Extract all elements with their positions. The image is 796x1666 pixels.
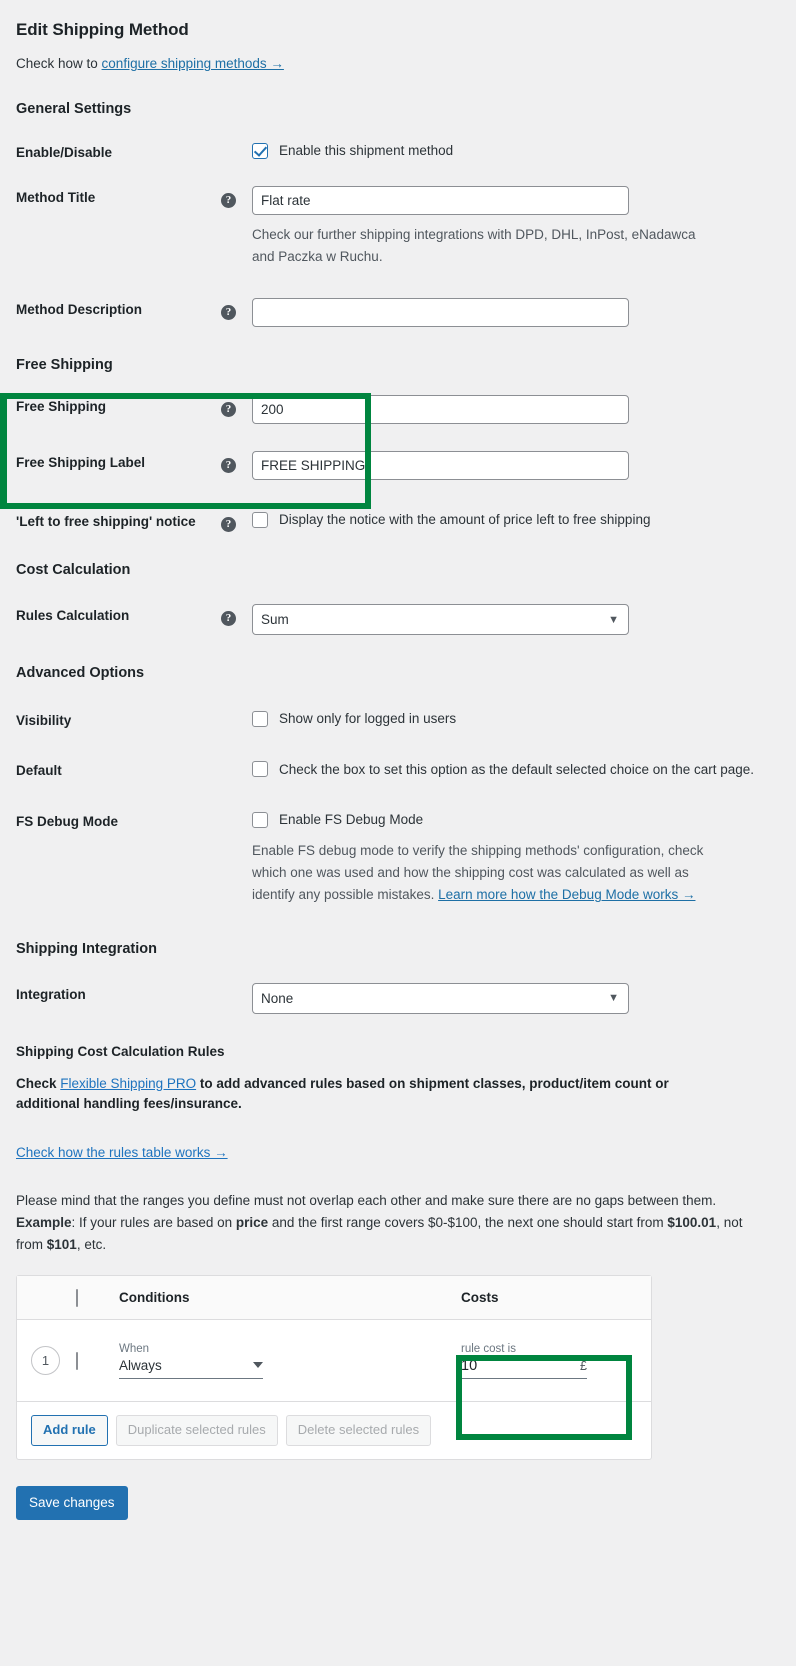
rule-cost-label: rule cost is (461, 1342, 516, 1355)
duplicate-selected-rules-button[interactable]: Duplicate selected rules (115, 1415, 278, 1447)
example-bold-amount-low: $101 (46, 1236, 77, 1252)
row-integration: Integration None ▼ (16, 982, 780, 1014)
section-advanced-options: Advanced Options (16, 665, 145, 682)
mind-sentence: Please mind that the ranges you define m… (16, 1193, 717, 1209)
rule-cost-input[interactable]: 10 £ (461, 1358, 587, 1379)
row-visibility: Visibility Show only for logged in users (16, 709, 780, 730)
row-fs-debug-mode: FS Debug Mode Enable FS Debug Mode Enabl… (16, 810, 780, 906)
rules-mind-text: Please mind that the ranges you define m… (16, 1190, 756, 1255)
label-free-shipping-label: Free Shipping Label (16, 455, 146, 471)
example-label: Example (16, 1214, 72, 1230)
help-spacer-integration (221, 983, 252, 987)
table-row: 1 When Always rule cost is 10 £ (17, 1320, 651, 1403)
row-free-shipping: Free Shipping ? (16, 395, 780, 425)
row-method-description: Method Description ? (16, 298, 780, 328)
label-method-title: Method Title (16, 189, 96, 205)
fs-debug-mode-checkbox[interactable] (252, 812, 268, 829)
default-label: Check the box to set this option as the … (279, 761, 755, 777)
method-title-input[interactable] (252, 185, 629, 215)
rules-table: Conditions Costs 1 When Always rule cost… (16, 1275, 652, 1461)
help-spacer-fs-debug (221, 810, 252, 814)
header-costs: Costs (461, 1290, 499, 1306)
edit-shipping-method-page: Edit Shipping Method Check how to config… (0, 0, 796, 1540)
select-all-rules-checkbox[interactable] (76, 1288, 78, 1307)
rules-promo-prefix: Check (16, 1075, 61, 1091)
add-rule-button[interactable]: Add rule (31, 1415, 108, 1447)
caret-down-icon (253, 1362, 263, 1369)
left-to-free-notice-label: Display the notice with the amount of pr… (279, 512, 651, 528)
enable-shipment-label: Enable this shipment method (279, 143, 454, 158)
example-part4: , etc. (76, 1236, 107, 1252)
row-free-shipping-label: Free Shipping Label ? (16, 451, 780, 481)
rules-promo-text: Check Flexible Shipping PRO to add advan… (16, 1074, 732, 1116)
help-icon-left-to-free-notice[interactable]: ? (221, 517, 236, 533)
method-title-description: Check our further shipping integrations … (252, 226, 696, 264)
help-spacer-default (221, 759, 252, 763)
rules-calculation-select[interactable]: Sum (252, 604, 629, 636)
default-checkbox[interactable] (252, 760, 268, 777)
help-icon-free-shipping[interactable]: ? (221, 402, 236, 418)
row-default: Default Check the box to set this option… (16, 759, 780, 781)
label-rules-calculation: Rules Calculation (16, 608, 130, 624)
example-bold-amount-high: $100.01 (667, 1214, 717, 1230)
section-shipping-integration: Shipping Integration (16, 940, 157, 957)
section-free-shipping: Free Shipping (16, 357, 113, 374)
rule-select-checkbox[interactable] (76, 1351, 78, 1370)
flexible-shipping-pro-link[interactable]: Flexible Shipping PRO (60, 1076, 196, 1091)
rule-condition-value: Always (119, 1357, 162, 1373)
label-visibility: Visibility (16, 713, 72, 729)
help-icon-free-shipping-label[interactable]: ? (221, 458, 236, 474)
row-rules-calculation: Rules Calculation ? Sum ▼ (16, 604, 780, 636)
delete-selected-rules-button[interactable]: Delete selected rules (285, 1415, 432, 1447)
help-icon-rules-calculation[interactable]: ? (221, 611, 236, 627)
help-icon-method-description[interactable]: ? (221, 305, 236, 321)
visibility-checkbox[interactable] (252, 711, 268, 728)
enable-shipment-checkbox[interactable] (252, 143, 268, 159)
rule-condition-select[interactable]: Always (119, 1358, 263, 1379)
row-method-title: Method Title ? Check our further shippin… (16, 185, 780, 269)
rules-table-works-link[interactable]: Check how the rules table works → (16, 1145, 228, 1160)
free-shipping-label-input[interactable] (252, 451, 629, 481)
method-description-input[interactable] (252, 298, 629, 328)
integration-select[interactable]: None (252, 982, 629, 1014)
save-bar: Save changes (16, 1486, 780, 1520)
save-changes-button[interactable]: Save changes (16, 1486, 128, 1520)
help-icon-method-title[interactable]: ? (221, 192, 236, 208)
page-title: Edit Shipping Method (16, 20, 189, 39)
page-subtitle: Check how to configure shipping methods … (16, 56, 780, 71)
label-default: Default (16, 762, 62, 778)
row-left-to-free-notice: 'Left to free shipping' notice ? Display… (16, 510, 780, 533)
section-general-settings: General Settings (16, 101, 132, 117)
section-cost-calculation: Cost Calculation (16, 562, 131, 579)
row-enable-disable: Enable/Disable Enable this shipment meth… (16, 141, 780, 162)
rules-table-footer: Add rule Duplicate selected rules Delete… (17, 1402, 651, 1459)
help-spacer-visibility (221, 709, 252, 713)
rule-number-badge: 1 (31, 1346, 60, 1376)
example-part2: and the first range covers $0-$100, the … (268, 1214, 668, 1230)
label-integration: Integration (16, 986, 86, 1002)
rule-cost-value: 10 (461, 1357, 478, 1374)
debug-mode-learn-more-link[interactable]: Learn more how the Debug Mode works → (438, 887, 695, 902)
label-fs-debug-mode: FS Debug Mode (16, 814, 118, 830)
rules-heading: Shipping Cost Calculation Rules (16, 1043, 225, 1059)
visibility-label: Show only for logged in users (279, 711, 457, 727)
header-conditions: Conditions (119, 1290, 190, 1306)
left-to-free-notice-checkbox[interactable] (252, 512, 268, 529)
configure-shipping-methods-link[interactable]: configure shipping methods → (102, 56, 284, 71)
label-method-description: Method Description (16, 302, 143, 318)
example-bold-price: price (235, 1214, 269, 1230)
rule-when-label: When (119, 1342, 150, 1355)
rules-table-works-row: Check how the rules table works → (16, 1145, 780, 1160)
example-part1: : If your rules are based on (71, 1214, 236, 1230)
label-left-to-free-notice: 'Left to free shipping' notice (16, 514, 196, 530)
fs-debug-mode-label: Enable FS Debug Mode (279, 812, 424, 828)
label-enable-disable: Enable/Disable (16, 145, 113, 160)
rule-cost-currency: £ (580, 1358, 587, 1373)
label-free-shipping: Free Shipping (16, 399, 107, 415)
subtitle-text: Check how to (16, 56, 102, 71)
rules-table-header: Conditions Costs (17, 1276, 651, 1321)
help-spacer-enable (221, 141, 252, 145)
free-shipping-input[interactable] (252, 395, 629, 425)
fs-debug-mode-description: Enable FS debug mode to verify the shipp… (252, 840, 726, 907)
